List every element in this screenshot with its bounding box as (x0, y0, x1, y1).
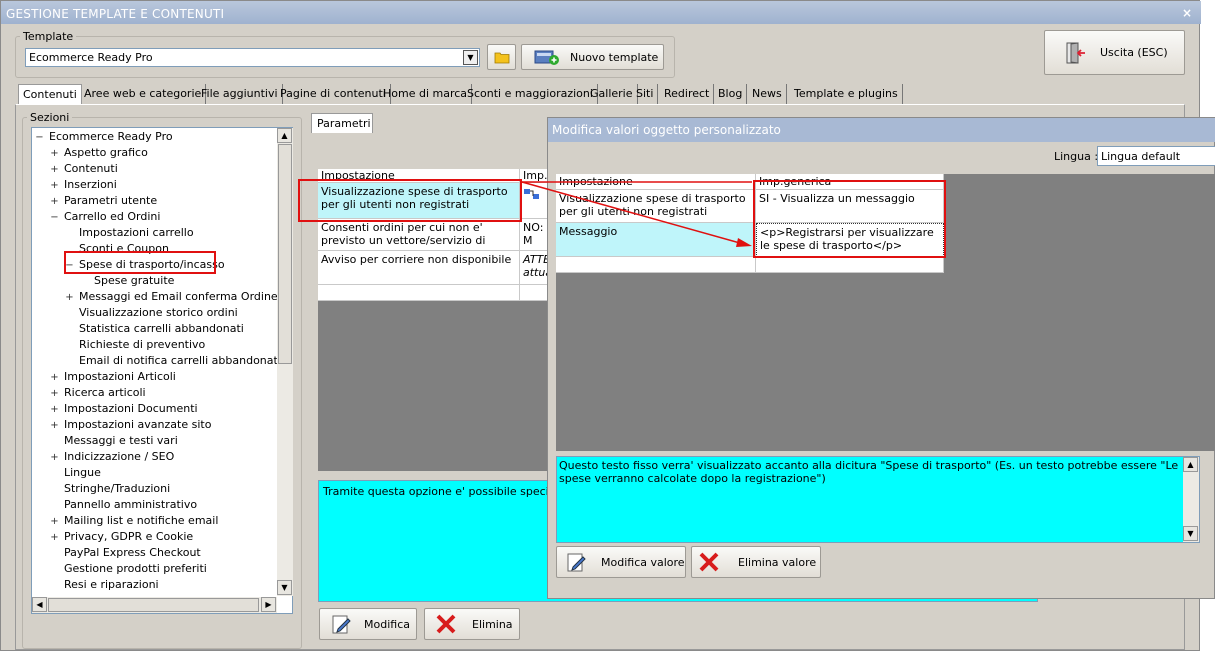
annotation-arrow (521, 181, 752, 247)
